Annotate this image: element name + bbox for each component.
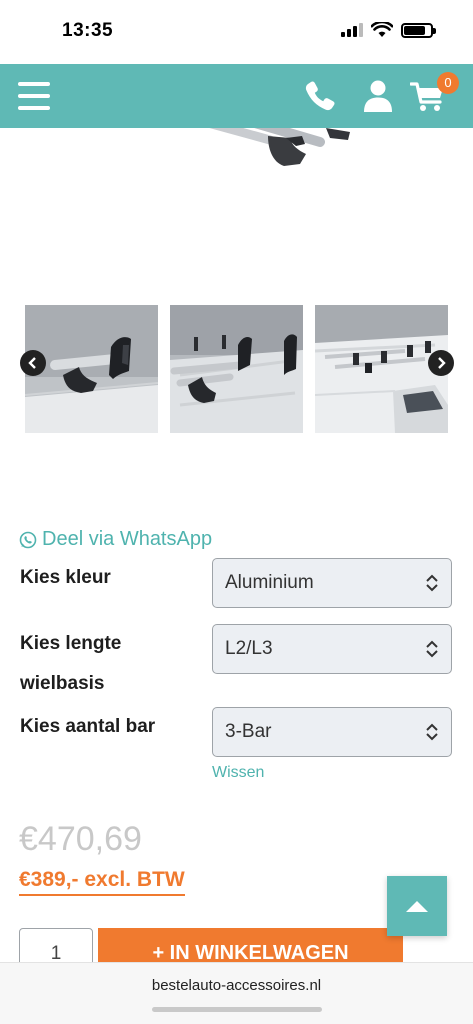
select-caret-icon xyxy=(426,640,438,658)
arrow-up-icon xyxy=(406,901,428,912)
thumbnail-1[interactable] xyxy=(25,305,158,433)
cart-count-badge: 0 xyxy=(437,72,459,94)
select-caret-icon xyxy=(426,574,438,592)
status-time: 13:35 xyxy=(62,20,114,41)
option-label-wheelbase: Kies lengte wielbasis xyxy=(20,633,122,694)
site-header xyxy=(0,64,473,128)
thumbnail-gallery xyxy=(25,305,450,433)
signal-icon xyxy=(341,23,363,37)
status-icons xyxy=(341,22,436,38)
gallery-prev-button[interactable] xyxy=(20,350,46,376)
gallery-next-button[interactable] xyxy=(428,350,454,376)
option-label-color: Kies kleur xyxy=(20,567,111,588)
home-indicator xyxy=(152,1007,322,1012)
roof-rack-image xyxy=(209,128,350,166)
chevron-left-icon xyxy=(28,357,36,369)
share-whatsapp-link[interactable]: Deel via WhatsApp xyxy=(19,528,212,551)
scroll-to-top-button[interactable] xyxy=(387,876,447,936)
thumbnail-3[interactable] xyxy=(315,305,448,433)
battery-icon xyxy=(401,22,436,38)
thumbnail-2[interactable] xyxy=(170,305,303,433)
sale-price: €389,- excl. BTW xyxy=(19,868,185,896)
select-wheelbase[interactable]: L2/L3 xyxy=(212,624,452,674)
hamburger-menu-icon[interactable] xyxy=(18,82,50,110)
option-label-bars: Kies aantal bar xyxy=(20,716,156,737)
select-color-value: Aluminium xyxy=(225,572,314,593)
status-bar: 13:35 xyxy=(0,0,473,64)
wifi-icon xyxy=(371,22,393,37)
browser-url: bestelauto-accessoires.nl xyxy=(151,977,322,994)
browser-address-bar[interactable]: bestelauto-accessoires.nl xyxy=(0,962,473,1024)
product-main-image[interactable] xyxy=(0,128,473,288)
phone-icon[interactable] xyxy=(302,78,338,114)
select-caret-icon xyxy=(426,723,438,741)
whatsapp-icon xyxy=(19,531,37,548)
select-bars-value: 3-Bar xyxy=(225,721,272,742)
clear-selection-link[interactable]: Wissen xyxy=(212,764,264,782)
select-bars[interactable]: 3-Bar xyxy=(212,707,452,757)
share-whatsapp-label: Deel via WhatsApp xyxy=(42,528,213,550)
select-wheelbase-value: L2/L3 xyxy=(225,638,273,659)
old-price: €470,69 xyxy=(19,820,142,858)
select-color[interactable]: Aluminium xyxy=(212,558,452,608)
chevron-right-icon xyxy=(438,357,446,369)
user-icon[interactable] xyxy=(360,78,396,114)
